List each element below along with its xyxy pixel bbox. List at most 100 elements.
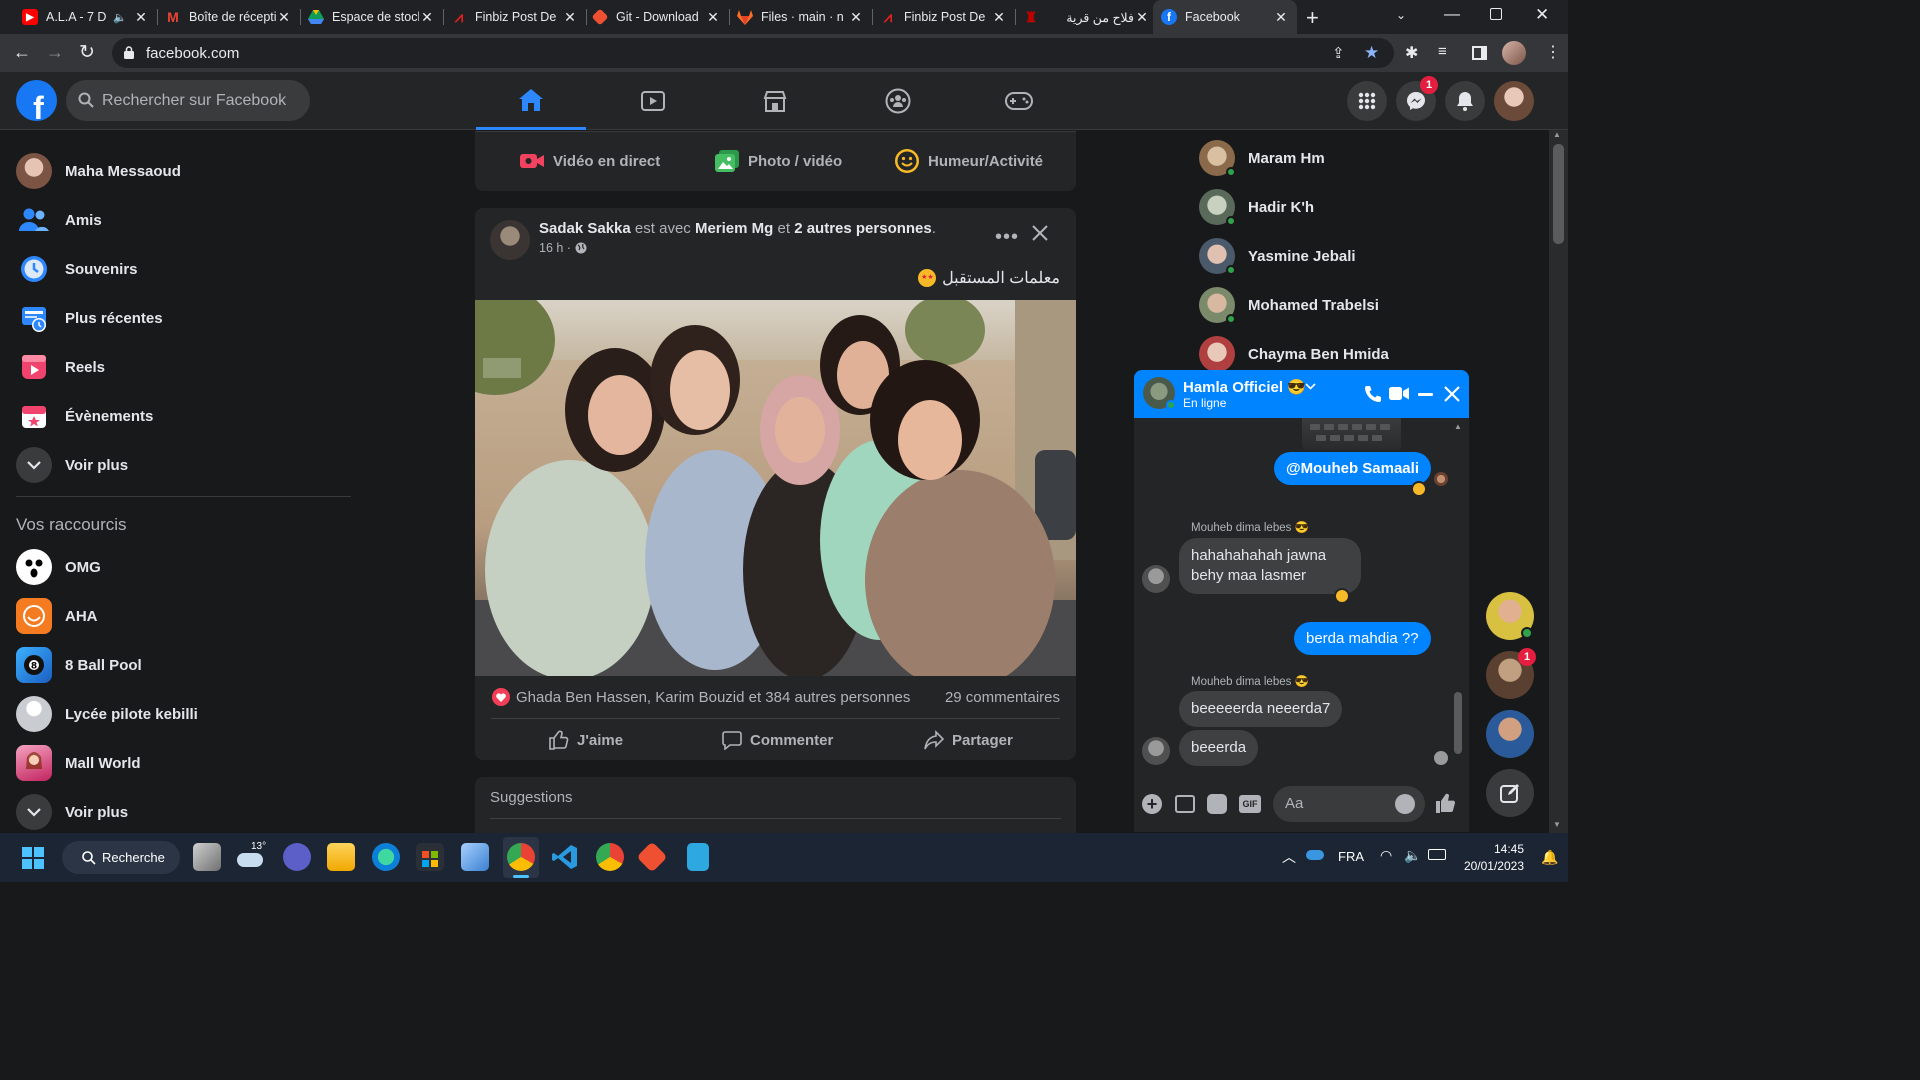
reactions-summary[interactable]: Ghada Ben Hassen, Karim Bouzid et 384 au…: [492, 688, 910, 706]
edge-icon[interactable]: [372, 843, 400, 871]
shortcut-item[interactable]: Lycée pilote kebilli: [16, 692, 198, 736]
browser-tab[interactable]: Espace de stockage ✕: [300, 0, 443, 34]
wifi-icon[interactable]: ◠: [1380, 847, 1392, 864]
sidebar-item-feeds[interactable]: Plus récentes: [16, 296, 163, 340]
shortcut-item[interactable]: 8 8 Ball Pool: [16, 643, 142, 687]
contact-item[interactable]: Chayma Ben Hmida: [1199, 334, 1389, 374]
new-tab-icon[interactable]: +: [1306, 5, 1319, 31]
clock[interactable]: 14:45 20/01/2023: [1462, 842, 1524, 873]
tab-search-icon[interactable]: ⌄: [1396, 8, 1406, 22]
new-message-button[interactable]: [1486, 769, 1534, 817]
browser-tab[interactable]: M Boîte de réception ✕: [157, 0, 300, 34]
chat-scrollbar-thumb[interactable]: [1454, 692, 1462, 754]
scroll-up-icon[interactable]: ▲: [1454, 422, 1462, 431]
phone-call-icon[interactable]: [1364, 385, 1382, 403]
close-window-icon[interactable]: ✕: [1535, 5, 1549, 25]
photo-video-button[interactable]: Photo / vidéo: [714, 147, 842, 175]
close-tab-icon[interactable]: ✕: [1273, 9, 1289, 26]
sidebar-item-events[interactable]: Évènements: [16, 394, 153, 438]
address-bar[interactable]: facebook.com ⇪ ★: [112, 38, 1394, 68]
sidebar-item-reels[interactable]: Reels: [16, 345, 105, 389]
tray-chevron-icon[interactable]: ︿: [1282, 847, 1296, 867]
shortcut-item[interactable]: AHA: [16, 594, 98, 638]
3d-app-icon[interactable]: [461, 843, 489, 871]
share-button[interactable]: Partager: [924, 730, 1013, 750]
contact-item[interactable]: Hadir K'h: [1199, 187, 1314, 227]
audio-icon[interactable]: 🔈: [113, 11, 127, 24]
close-tab-icon[interactable]: ✕: [562, 9, 578, 26]
file-explorer-icon[interactable]: [327, 843, 355, 871]
extensions-icon[interactable]: ✱: [1405, 43, 1418, 63]
minimize-chat-icon[interactable]: [1418, 393, 1433, 396]
chrome-active-app[interactable]: [503, 837, 539, 878]
sidebar-item-friends[interactable]: Amis: [16, 198, 102, 242]
vscode-icon[interactable]: [551, 843, 579, 871]
chat-head[interactable]: [1486, 592, 1534, 640]
chat-app-icon[interactable]: [283, 843, 311, 871]
browser-tab[interactable]: ▶ A.L.A - 7 D 🔈 ✕: [14, 0, 157, 34]
store-icon[interactable]: [416, 843, 444, 871]
live-video-button[interactable]: Vidéo en direct: [519, 147, 660, 175]
close-tab-icon[interactable]: ✕: [991, 9, 1007, 26]
nav-home-tab[interactable]: [476, 72, 586, 130]
chevron-down-icon[interactable]: [1305, 383, 1316, 390]
notification-bell-icon[interactable]: 🔔: [1541, 849, 1558, 866]
minimize-icon[interactable]: —: [1444, 6, 1460, 24]
author-name[interactable]: Sadak Sakka: [539, 220, 631, 237]
close-tab-icon[interactable]: ✕: [1134, 9, 1150, 26]
tagged-others[interactable]: 2 autres personnes: [794, 220, 932, 237]
chat-header[interactable]: Hamla Officiel 😎 En ligne: [1134, 370, 1469, 418]
browser-tab[interactable]: Git - Download ✕: [586, 0, 729, 34]
comment-button[interactable]: Commenter: [722, 730, 833, 750]
video-call-icon[interactable]: [1389, 386, 1409, 401]
nav-marketplace-tab[interactable]: [720, 72, 830, 130]
search-input[interactable]: [102, 80, 302, 121]
feeling-activity-button[interactable]: Humeur/Activité: [894, 147, 1043, 175]
shortcut-item[interactable]: OMG: [16, 545, 101, 589]
gif-icon[interactable]: GIF: [1239, 795, 1261, 813]
message-sent[interactable]: @Mouheb Samaali: [1274, 452, 1431, 485]
page-scrollbar-thumb[interactable]: [1553, 144, 1564, 244]
browser-tab[interactable]: ♜ فلاح من قرية ✕: [1015, 0, 1158, 34]
nav-gaming-tab[interactable]: [964, 72, 1074, 130]
sticker-icon[interactable]: [1207, 794, 1227, 814]
chat-avatar[interactable]: [1143, 377, 1176, 410]
windows-start-icon[interactable]: [22, 847, 44, 869]
browser-tab[interactable]: ⩘ Finbiz Post De ✕: [872, 0, 1015, 34]
menu-button[interactable]: [1347, 81, 1387, 121]
git-app-icon[interactable]: [636, 841, 668, 873]
scroll-down-icon[interactable]: ▼: [1553, 820, 1561, 829]
author-avatar[interactable]: [490, 220, 530, 260]
nav-watch-tab[interactable]: [598, 72, 708, 130]
nav-groups-tab[interactable]: [843, 72, 953, 130]
message-sent[interactable]: berda mahdia ??: [1294, 622, 1431, 655]
reload-icon[interactable]: ↻: [79, 41, 95, 64]
bookmark-star-icon[interactable]: ★: [1364, 43, 1379, 63]
sender-avatar[interactable]: [1142, 737, 1170, 765]
shared-image-thumbnail[interactable]: [1302, 418, 1401, 450]
battery-icon[interactable]: [1428, 849, 1446, 860]
volume-icon[interactable]: 🔈: [1404, 847, 1421, 864]
like-send-icon[interactable]: [1435, 792, 1457, 814]
chat-head[interactable]: 1: [1486, 648, 1536, 699]
laugh-reaction-icon[interactable]: [1334, 588, 1350, 604]
contact-item[interactable]: Mohamed Trabelsi: [1199, 285, 1379, 325]
tagged-person[interactable]: Meriem Mg: [695, 220, 773, 237]
scroll-up-icon[interactable]: ▲: [1553, 130, 1561, 139]
chrome-icon[interactable]: [596, 843, 624, 871]
close-tab-icon[interactable]: ✕: [848, 9, 864, 26]
chat-scrollbar[interactable]: ▲: [1452, 422, 1464, 769]
messenger-button[interactable]: 1: [1396, 76, 1438, 121]
close-tab-icon[interactable]: ✕: [419, 9, 435, 26]
chat-contact-name[interactable]: Hamla Officiel 😎: [1183, 378, 1306, 396]
facebook-logo[interactable]: f: [16, 80, 57, 121]
shortcut-item[interactable]: Mall World: [16, 741, 141, 785]
close-post-icon[interactable]: [1031, 224, 1049, 242]
notifications-button[interactable]: [1445, 81, 1485, 121]
shortcuts-see-more[interactable]: Voir plus: [16, 790, 128, 834]
media-control-icon[interactable]: ≡: [1438, 43, 1447, 60]
sidebar-item-profile[interactable]: Maha Messaoud: [16, 149, 181, 193]
side-panel-icon[interactable]: [1472, 46, 1487, 60]
task-view-icon[interactable]: [193, 843, 221, 871]
message-input[interactable]: Aa: [1273, 786, 1425, 822]
